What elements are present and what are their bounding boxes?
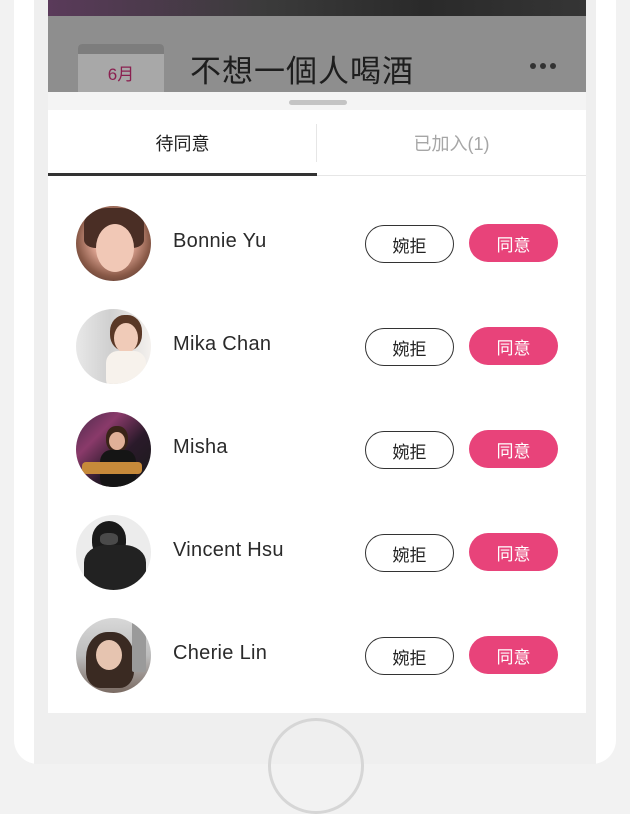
avatar[interactable] [76,618,151,693]
decline-button[interactable]: 婉拒 [365,225,454,263]
requester-name: Vincent Hsu [173,539,284,561]
decline-button[interactable]: 婉拒 [365,328,454,366]
screen: 6月 不想一個人喝酒 待同意 已加入(1) Bonnie Yu 婉拒 同意 Mi… [48,0,586,713]
tab-active-indicator [48,173,317,176]
date-month: 6月 [107,65,135,84]
decline-button[interactable]: 婉拒 [365,431,454,469]
cover-image [48,0,586,16]
requester-name: Bonnie Yu [173,230,267,252]
accept-button[interactable]: 同意 [469,533,558,571]
list-item: Misha 婉拒 同意 [48,394,586,497]
drag-handle[interactable] [289,100,347,105]
more-icon[interactable] [530,61,560,71]
date-badge-top [78,44,164,54]
home-button[interactable] [268,718,364,814]
accept-button[interactable]: 同意 [469,430,558,468]
tab-bar: 待同意 已加入(1) [48,110,586,176]
tab-joined[interactable]: 已加入(1) [317,110,586,176]
avatar[interactable] [76,206,151,281]
decline-button[interactable]: 婉拒 [365,637,454,675]
list-item: Bonnie Yu 婉拒 同意 [48,188,586,291]
accept-button[interactable]: 同意 [469,327,558,365]
avatar[interactable] [76,515,151,590]
requester-name: Mika Chan [173,333,272,355]
list-item: Vincent Hsu 婉拒 同意 [48,497,586,600]
decline-button[interactable]: 婉拒 [365,534,454,572]
accept-button[interactable]: 同意 [469,224,558,262]
accept-button[interactable]: 同意 [469,636,558,674]
list-item: Cherie Lin 婉拒 同意 [48,600,586,703]
list-item: Mika Chan 婉拒 同意 [48,291,586,394]
event-header: 6月 不想一個人喝酒 [48,0,586,104]
tab-pending[interactable]: 待同意 [48,110,317,176]
bottom-sheet: 待同意 已加入(1) Bonnie Yu 婉拒 同意 Mika Chan 婉拒 … [48,92,586,713]
requester-name: Cherie Lin [173,642,268,664]
avatar[interactable] [76,412,151,487]
avatar[interactable] [76,309,151,384]
event-title: 不想一個人喝酒 [190,54,414,89]
requester-name: Misha [173,436,228,458]
